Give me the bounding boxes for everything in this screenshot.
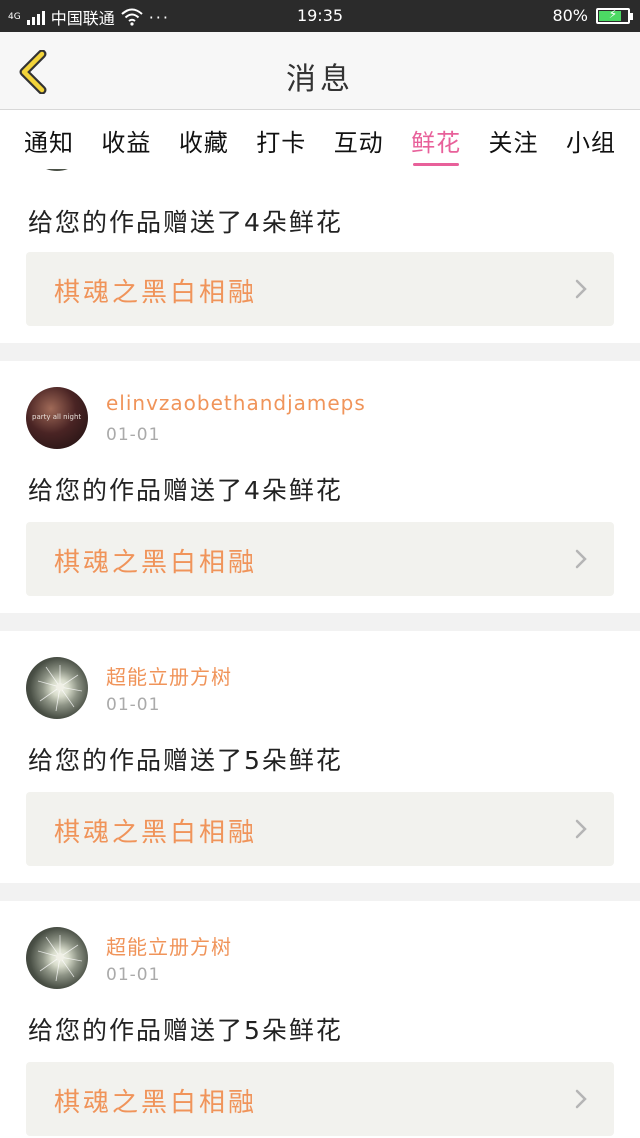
chevron-right-icon — [575, 1089, 587, 1109]
avatar[interactable]: party all night — [26, 387, 88, 449]
tab-groups[interactable]: 小组 — [566, 111, 616, 169]
work-title: 棋魂之黑白相融 — [54, 278, 258, 308]
message-text: 给您的作品赠送了5朵鲜花 — [28, 746, 343, 775]
message-card: party all night elinvzaobethandjameps 01… — [0, 361, 640, 613]
work-link[interactable]: 棋魂之黑白相融 — [26, 252, 614, 326]
tab-flowers[interactable]: 鲜花 — [411, 111, 461, 169]
message-text: 给您的作品赠送了5朵鲜花 — [28, 1016, 343, 1045]
battery-icon: ⚡ — [596, 6, 633, 24]
chevron-right-icon — [575, 279, 587, 299]
message-text: 给您的作品赠送了4朵鲜花 — [28, 476, 343, 505]
message-card: 超能立册方树 01-01 给您的作品赠送了5朵鲜花 棋魂之黑白相融 — [0, 631, 640, 883]
message-date: 01-01 — [106, 965, 161, 985]
work-link[interactable]: 棋魂之黑白相融 — [26, 1062, 614, 1136]
message-card: 给您的作品赠送了4朵鲜花 棋魂之黑白相融 — [0, 169, 640, 343]
tab-notifications[interactable]: 通知 — [24, 111, 74, 169]
status-time: 19:35 — [296, 6, 344, 25]
avatar-caption: party all night — [32, 413, 82, 421]
work-title: 棋魂之黑白相融 — [54, 818, 258, 848]
user-name[interactable]: 超能立册方树 — [106, 661, 232, 690]
message-text: 给您的作品赠送了4朵鲜花 — [28, 208, 343, 237]
nav-header: 消息 — [0, 32, 640, 110]
message-date: 01-01 — [106, 425, 161, 445]
page-title: 消息 — [286, 62, 354, 97]
status-right-group: 80% ⚡ — [552, 6, 633, 25]
battery-percent: 80% — [552, 6, 588, 25]
charging-bolt-icon: ⚡ — [608, 6, 618, 21]
work-link[interactable]: 棋魂之黑白相融 — [26, 792, 614, 866]
status-bar: 4G 中国联通 ··· 19:35 80% ⚡ — [0, 0, 640, 32]
avatar[interactable] — [26, 927, 88, 989]
tab-earnings[interactable]: 收益 — [101, 111, 151, 169]
work-title: 棋魂之黑白相融 — [54, 1088, 258, 1118]
tab-checkin[interactable]: 打卡 — [256, 111, 306, 169]
user-name[interactable]: 超能立册方树 — [106, 931, 232, 960]
tab-favorites[interactable]: 收藏 — [179, 111, 229, 169]
avatar[interactable] — [26, 657, 88, 719]
avatar[interactable] — [26, 169, 88, 171]
user-name[interactable]: elinvzaobethandjameps — [106, 391, 366, 415]
work-title: 棋魂之黑白相融 — [54, 548, 258, 578]
dandelion-image — [37, 935, 83, 982]
message-feed[interactable]: 给您的作品赠送了4朵鲜花 棋魂之黑白相融 party all night eli… — [0, 169, 640, 1138]
message-date: 01-01 — [106, 695, 161, 715]
tab-bar: 通知 收益 收藏 打卡 互动 鲜花 关注 小组 — [0, 111, 640, 169]
tab-following[interactable]: 关注 — [489, 111, 539, 169]
message-card: 超能立册方树 01-01 给您的作品赠送了5朵鲜花 棋魂之黑白相融 — [0, 901, 640, 1138]
tab-interactions[interactable]: 互动 — [334, 111, 384, 169]
dandelion-image — [37, 665, 83, 712]
chevron-right-icon — [575, 819, 587, 839]
work-link[interactable]: 棋魂之黑白相融 — [26, 522, 614, 596]
chevron-right-icon — [575, 549, 587, 569]
